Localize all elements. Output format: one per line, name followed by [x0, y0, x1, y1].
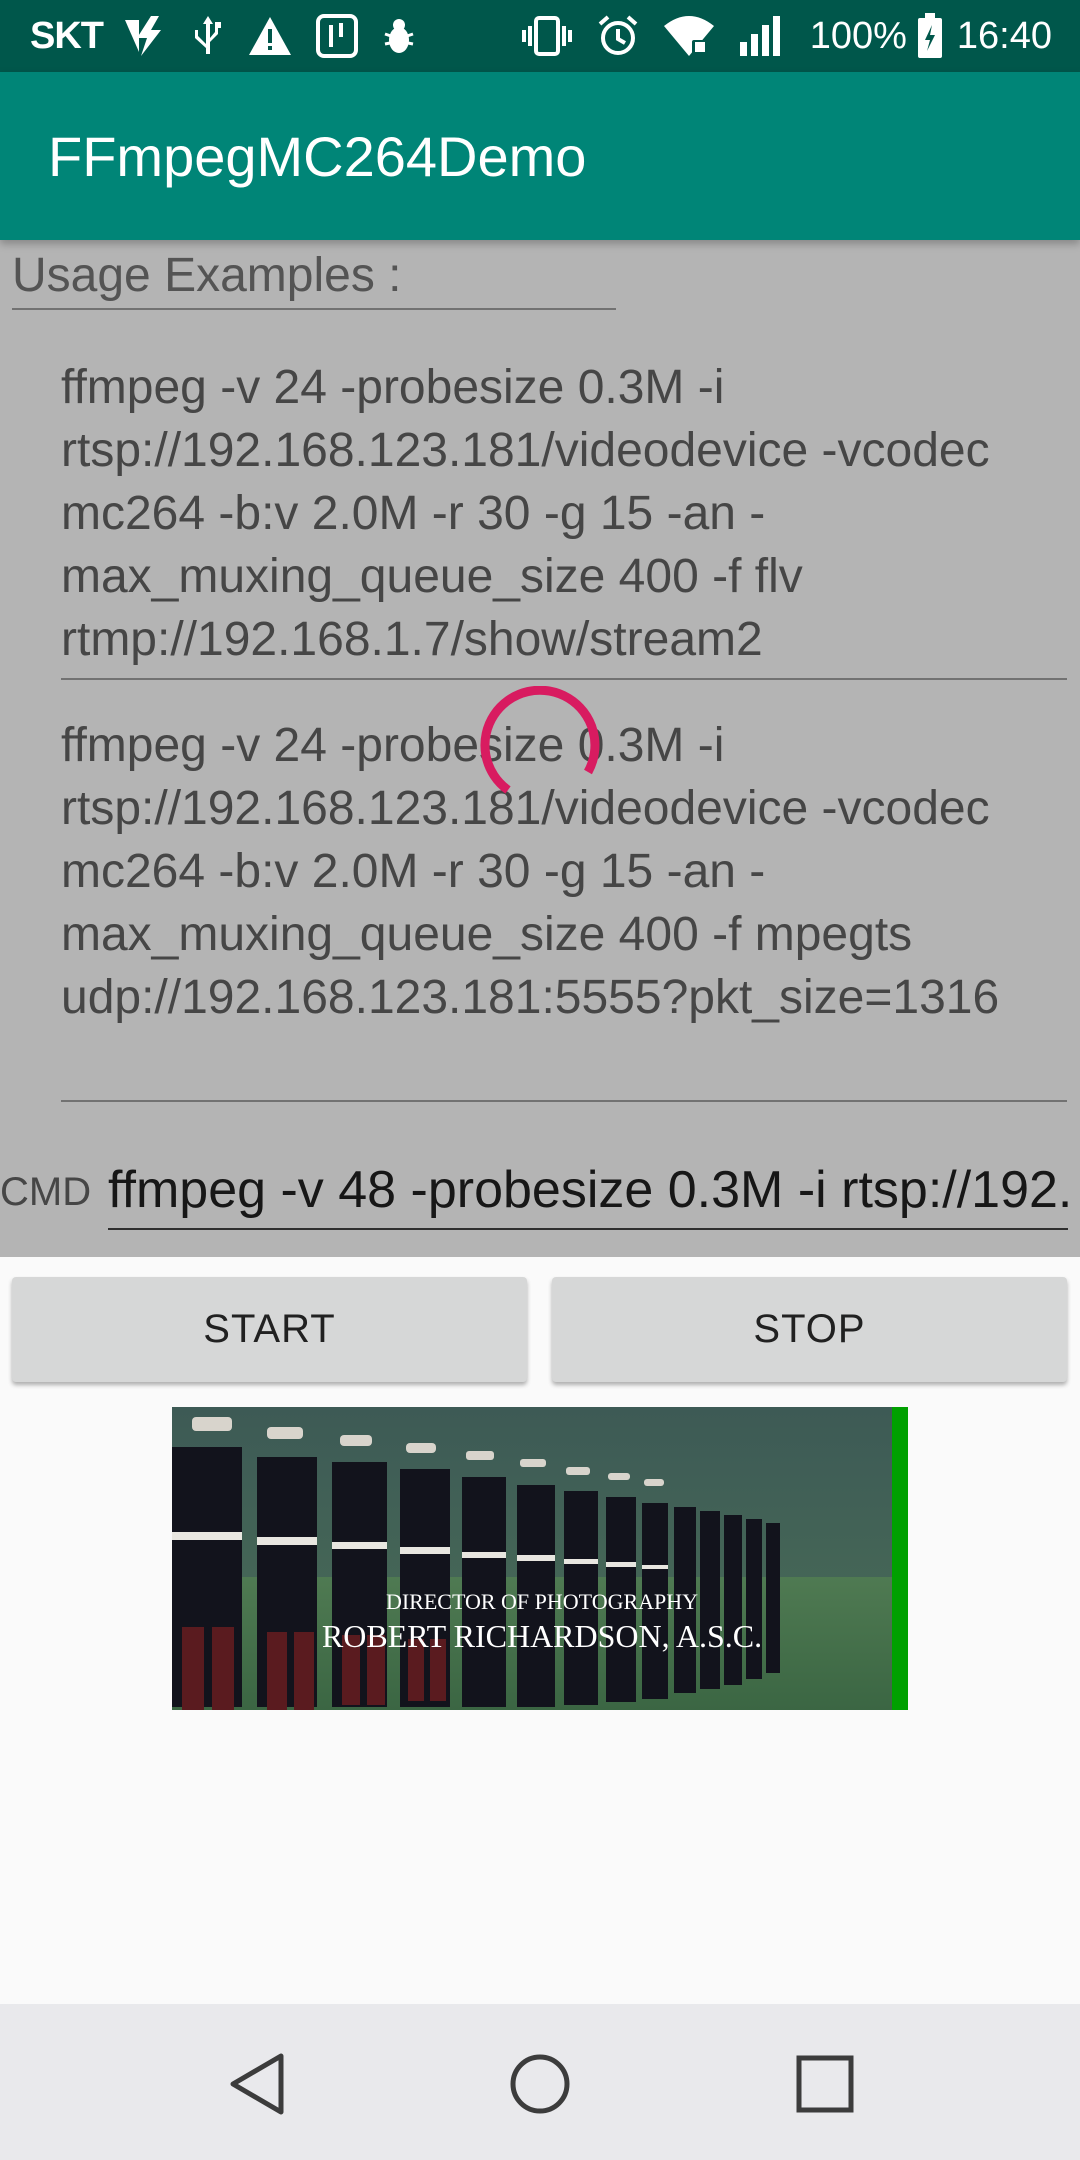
warning-icon — [247, 15, 293, 57]
app-title: FFmpegMC264Demo — [48, 124, 587, 188]
video-caption-line2: ROBERT RICHARDSON, A.S.C. — [322, 1618, 762, 1654]
video-preview: DIRECTOR OF PHOTOGRAPHY ROBERT RICHARDSO… — [172, 1407, 908, 1710]
usb-icon — [191, 14, 225, 58]
battery-percent: 100% — [809, 14, 907, 57]
network-lightning-icon — [121, 14, 169, 58]
video-edge-bar — [892, 1407, 908, 1710]
usage-examples-label: Usage Examples : — [12, 248, 616, 310]
vibrate-icon — [520, 14, 574, 58]
alarm-icon — [596, 14, 640, 58]
stop-button[interactable]: STOP — [552, 1277, 1067, 1382]
main-content: Usage Examples : ffmpeg -v 24 -probesize… — [0, 240, 1080, 2004]
bug-icon — [381, 16, 417, 56]
cmd-label: CMD — [0, 1170, 92, 1214]
video-caption-line1: DIRECTOR OF PHOTOGRAPHY — [386, 1589, 698, 1614]
app-bar: FFmpegMC264Demo — [0, 72, 1080, 240]
back-icon[interactable] — [222, 2049, 292, 2119]
clock: 16:40 — [956, 14, 1052, 57]
status-bar-right: 100% 16:40 — [520, 13, 1052, 59]
navigation-bar — [0, 2004, 1080, 2160]
loading-spinner-icon — [478, 685, 602, 810]
carrier-label: SKT — [30, 14, 104, 57]
home-icon[interactable] — [505, 2049, 575, 2119]
signal-icon — [738, 14, 782, 58]
battery-icon — [917, 13, 943, 59]
start-button[interactable]: START — [12, 1277, 527, 1382]
cmd-input[interactable] — [108, 1152, 1068, 1230]
usage-example-1[interactable]: ffmpeg -v 24 -probesize 0.3M -i rtsp://1… — [61, 350, 1067, 680]
video-frame: DIRECTOR OF PHOTOGRAPHY ROBERT RICHARDSO… — [172, 1407, 908, 1710]
status-bar-left: SKT — [30, 13, 439, 59]
status-bar: SKT 100% 16:40 — [0, 0, 1080, 72]
storage-icon — [315, 13, 359, 59]
recents-icon[interactable] — [790, 2049, 860, 2119]
wifi-icon — [662, 14, 716, 58]
